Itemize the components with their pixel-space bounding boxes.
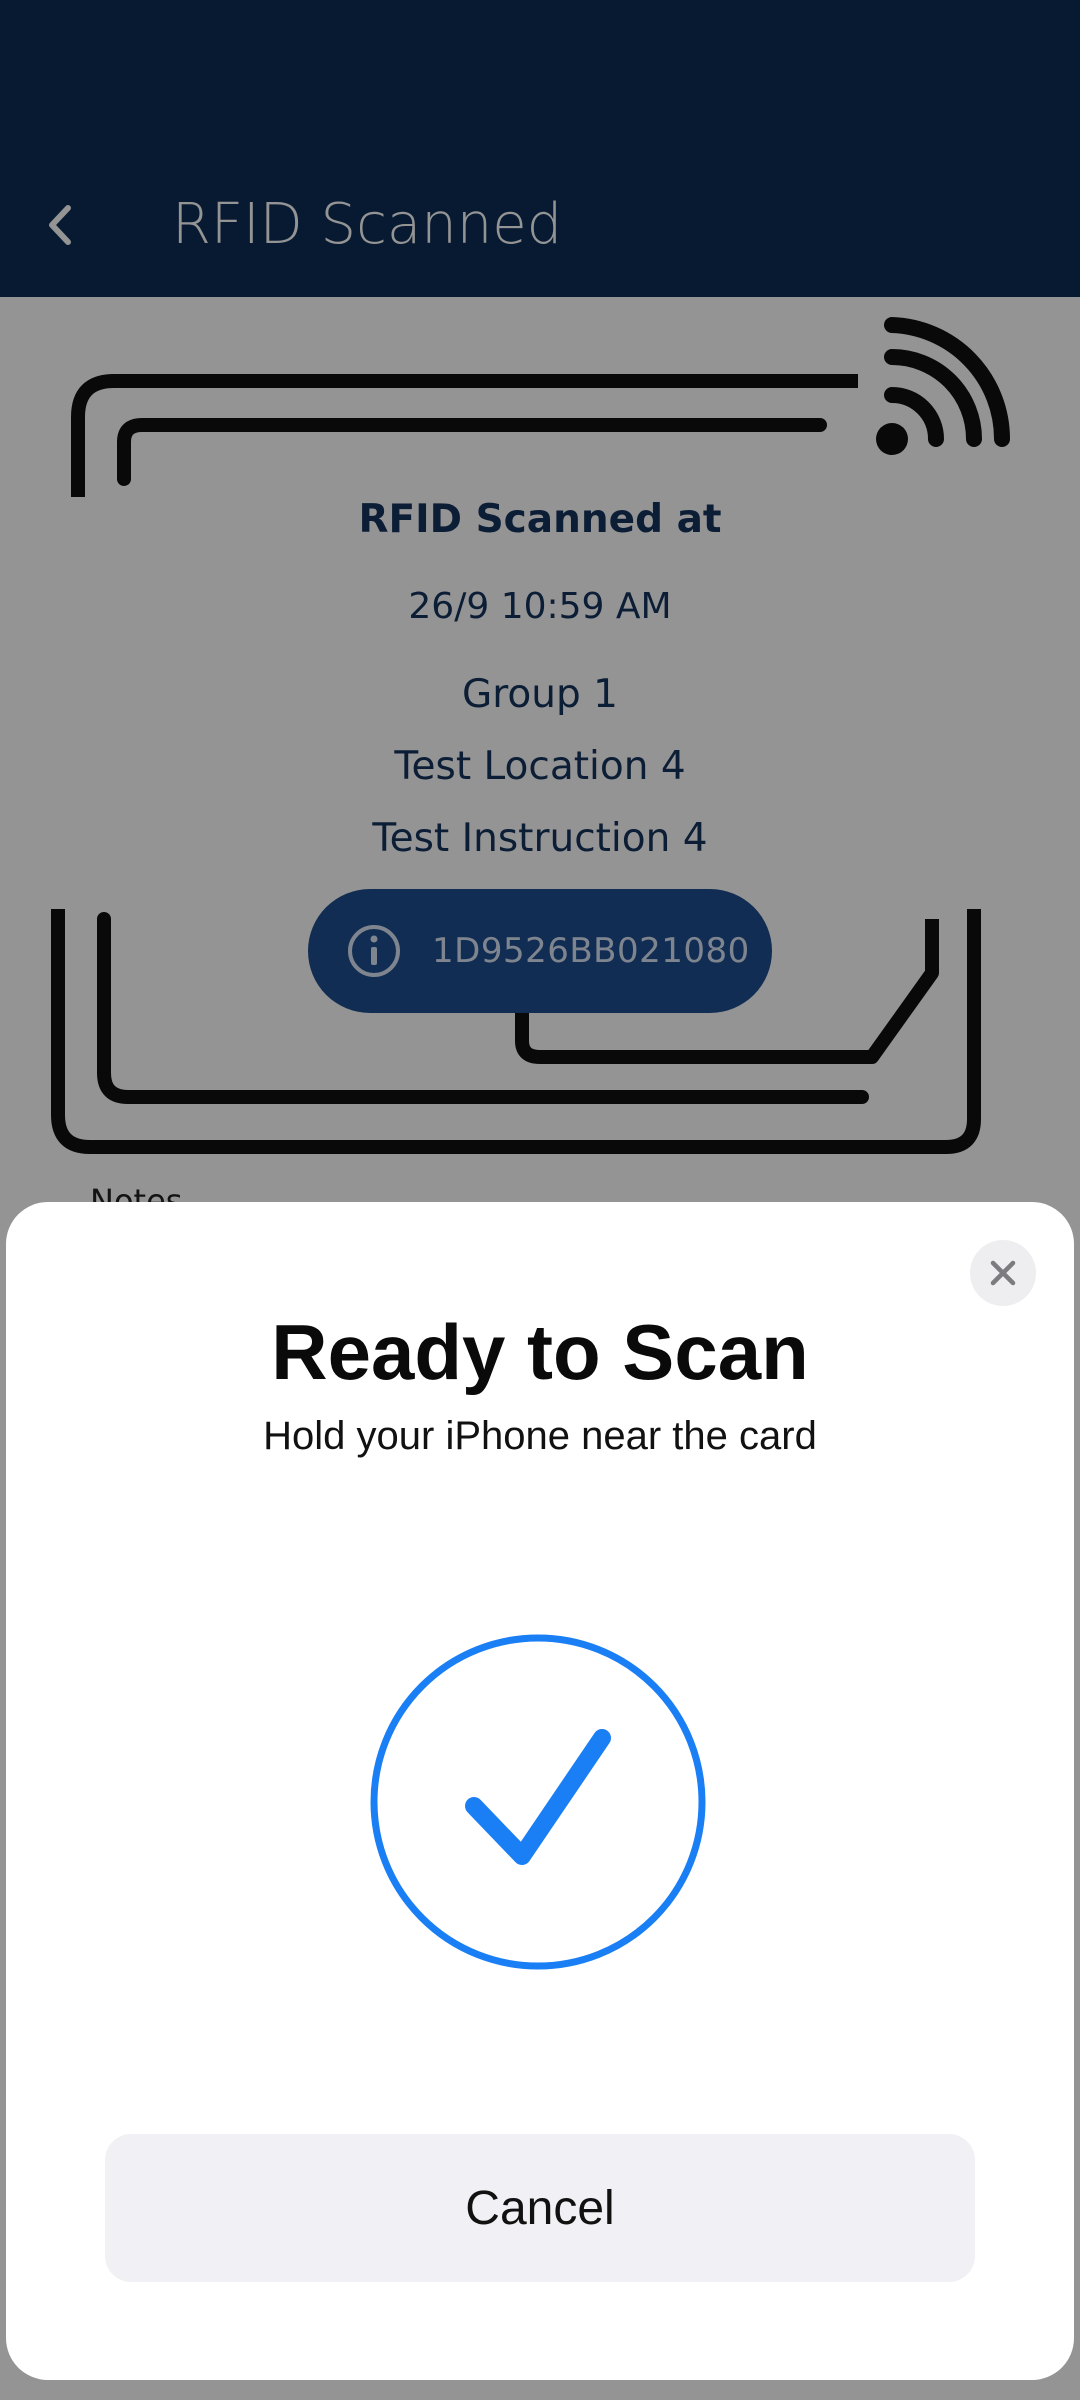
close-icon bbox=[990, 1260, 1016, 1286]
close-button[interactable] bbox=[970, 1240, 1036, 1306]
sheet-subtitle: Hold your iPhone near the card bbox=[263, 1414, 817, 1458]
checkmark-circle-icon bbox=[370, 1634, 706, 1970]
nfc-scan-sheet: Ready to Scan Hold your iPhone near the … bbox=[6, 1202, 1074, 2380]
sheet-title: Ready to Scan bbox=[271, 1308, 809, 1396]
cancel-button[interactable]: Cancel bbox=[105, 2134, 975, 2282]
